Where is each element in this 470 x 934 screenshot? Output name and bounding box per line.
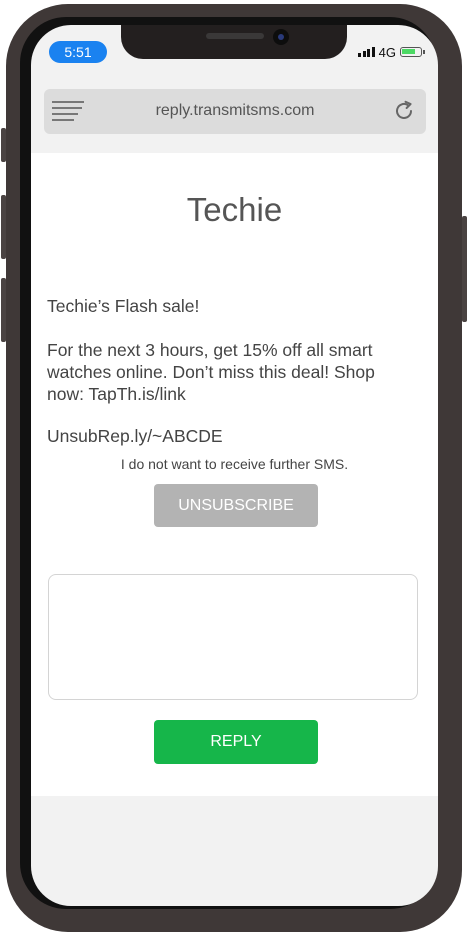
phone-notch bbox=[121, 25, 347, 59]
status-indicators: 4G bbox=[358, 44, 425, 60]
brand-title: Techie bbox=[186, 191, 283, 228]
phone-power-button bbox=[462, 216, 467, 322]
unsubscribe-button[interactable]: UNSUBSCRIBE bbox=[154, 484, 318, 527]
battery-icon bbox=[400, 47, 425, 57]
reply-button[interactable]: REPLY bbox=[154, 720, 318, 764]
signal-icon bbox=[358, 47, 375, 57]
reload-icon[interactable] bbox=[392, 99, 416, 123]
message-body: For the next 3 hours, get 15% off all sm… bbox=[47, 340, 375, 404]
phone-screen: 5:51 4G reply.transmitsms.com Techie Tec… bbox=[31, 25, 438, 906]
unsubscribe-link-text: UnsubRep.ly/~ABCDE bbox=[47, 426, 223, 446]
status-time: 5:51 bbox=[49, 41, 107, 63]
sms-landing-page: Techie Techie’s Flash sale! For the next… bbox=[31, 153, 438, 796]
browser-address-bar[interactable]: reply.transmitsms.com bbox=[44, 89, 426, 134]
unsubscribe-notice: I do not want to receive further SMS. bbox=[120, 456, 349, 472]
front-camera bbox=[273, 29, 289, 45]
url-text[interactable]: reply.transmitsms.com bbox=[44, 102, 426, 120]
message-headline: Techie’s Flash sale! bbox=[47, 296, 200, 316]
reply-textarea[interactable] bbox=[48, 574, 418, 700]
network-type: 4G bbox=[378, 44, 396, 60]
speaker-grille bbox=[206, 33, 264, 39]
